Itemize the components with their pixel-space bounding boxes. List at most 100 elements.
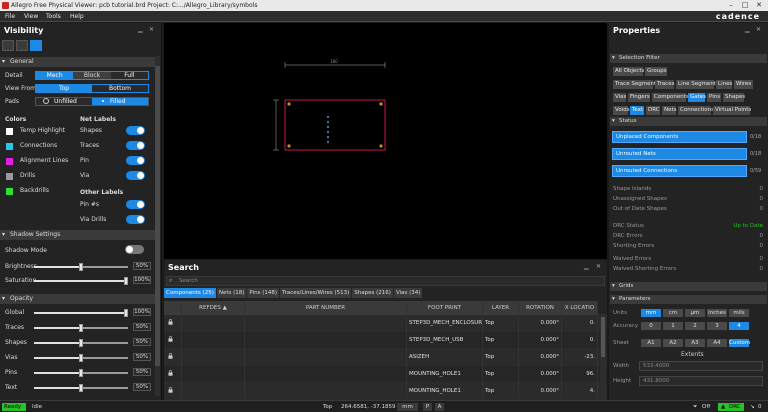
tab-shapes[interactable]: Shapes (216): [352, 288, 393, 298]
status-unrouted-connections[interactable]: Unrouted Connections: [612, 165, 747, 177]
panel-close-icon[interactable]: ✕: [149, 26, 154, 33]
filter-all-objects[interactable]: All Objects: [613, 67, 644, 76]
units-option-4[interactable]: mils: [729, 309, 749, 317]
menu-tools[interactable]: Tools: [46, 11, 61, 22]
tab-traces[interactable]: Traces/Lines/Wires (513): [280, 288, 352, 298]
opacity-slider-2[interactable]: [34, 339, 128, 347]
filter-components[interactable]: Components: [652, 93, 689, 102]
other-label-toggle-0[interactable]: [126, 200, 145, 209]
filter-traces[interactable]: Traces: [655, 80, 674, 89]
color-swatch-4[interactable]: [6, 188, 13, 195]
filter-nets[interactable]: Nets: [662, 106, 677, 115]
brightness-slider[interactable]: [34, 263, 128, 271]
menu-view[interactable]: View: [24, 11, 38, 22]
view-from-selector[interactable]: Top Bottom: [35, 84, 149, 93]
table-row[interactable]: MOUNTING_HOLE1 Top 0.000° 96.: [164, 366, 607, 383]
lock-cell[interactable]: [164, 366, 182, 383]
close-icon[interactable]: ✕: [752, 0, 766, 11]
color-swatch-1[interactable]: [6, 143, 13, 150]
general-section[interactable]: General: [0, 57, 155, 67]
net-label-toggle-1[interactable]: [126, 141, 145, 150]
saturation-value[interactable]: 100%: [133, 276, 151, 284]
view-bottom[interactable]: Bottom: [92, 85, 148, 92]
pads-unfilled-radio[interactable]: [43, 98, 49, 104]
shadow-settings-section[interactable]: Shadow Settings: [0, 230, 155, 240]
opacity-slider-3[interactable]: [34, 354, 128, 362]
accuracy-option-3[interactable]: 3: [707, 322, 727, 330]
filter-fingers[interactable]: Fingers: [628, 93, 650, 102]
filter-virtual-points[interactable]: Virtual Points: [713, 106, 751, 115]
search-input[interactable]: ⌕ Search: [166, 276, 605, 286]
pads-selector[interactable]: Unfilled Filled: [35, 97, 149, 106]
opacity-slider-4[interactable]: [34, 369, 128, 377]
search-minimize-icon[interactable]: ▁: [584, 263, 589, 270]
selection-filter-section[interactable]: Selection Filter: [610, 54, 767, 63]
brightness-value[interactable]: 50%: [133, 262, 151, 270]
table-row[interactable]: STEP3D_MECH_USB Top 0.000° 0.: [164, 332, 607, 349]
filter-drc[interactable]: DRC: [646, 106, 660, 115]
lock-cell[interactable]: [164, 349, 182, 366]
accuracy-option-1[interactable]: 1: [663, 322, 683, 330]
minimize-icon[interactable]: –: [724, 0, 738, 11]
filter-groups[interactable]: Groups: [645, 67, 667, 76]
opacity-slider-1[interactable]: [34, 324, 128, 332]
filter-connections[interactable]: Connections: [678, 106, 714, 115]
tab-pins[interactable]: Pins (148): [247, 288, 280, 298]
stackup-tool-icon[interactable]: [16, 40, 28, 51]
a-button[interactable]: A: [435, 403, 444, 411]
opacity-value-3[interactable]: 50%: [133, 353, 151, 361]
opacity-value-2[interactable]: 50%: [133, 338, 151, 346]
filter-gates[interactable]: Gates: [688, 93, 706, 102]
sheet-option-4[interactable]: Custom: [729, 339, 750, 347]
column-part-number[interactable]: PART NUMBER: [245, 301, 407, 315]
detail-block[interactable]: Block: [73, 72, 111, 79]
p-button[interactable]: P: [423, 403, 432, 411]
pads-filled-radio[interactable]: [100, 98, 106, 104]
width-field[interactable]: 533.4000: [639, 361, 763, 371]
other-label-toggle-1[interactable]: [126, 215, 145, 224]
column-layer[interactable]: LAYER: [483, 301, 519, 315]
tab-nets[interactable]: Nets (18): [216, 288, 247, 298]
filter-text[interactable]: Text: [630, 106, 644, 115]
opacity-value-1[interactable]: 50%: [133, 323, 151, 331]
filter-icon[interactable]: ⏷: [693, 403, 697, 411]
filter-trace-segments[interactable]: Trace Segments: [613, 80, 659, 89]
accuracy-option-0[interactable]: 0: [641, 322, 661, 330]
pcb-canvas[interactable]: 180: [164, 23, 607, 259]
opacity-value-0[interactable]: 100%: [133, 308, 151, 316]
color-swatch-2[interactable]: [6, 158, 13, 165]
shadow-mode-toggle[interactable]: [125, 245, 144, 254]
accuracy-option-2[interactable]: 2: [685, 322, 705, 330]
column-x-location[interactable]: X LOCATIO: [562, 301, 598, 315]
properties-close-icon[interactable]: ✕: [756, 26, 761, 33]
opacity-slider-0[interactable]: [34, 309, 128, 317]
parameters-section[interactable]: Parameters: [610, 295, 767, 304]
net-label-toggle-3[interactable]: [126, 171, 145, 180]
net-label-toggle-2[interactable]: [126, 156, 145, 165]
status-unrouted-nets[interactable]: Unrouted Nets: [612, 148, 747, 160]
visibility-scrollbar[interactable]: [155, 56, 160, 396]
opacity-slider-5[interactable]: [34, 384, 128, 392]
display-tool-icon[interactable]: [30, 40, 42, 51]
lock-cell[interactable]: [164, 383, 182, 400]
sheet-option-0[interactable]: A1: [641, 339, 661, 347]
sheet-option-2[interactable]: A3: [685, 339, 705, 347]
units-option-0[interactable]: mm: [641, 309, 661, 317]
units-option-3[interactable]: inches: [707, 309, 727, 317]
tab-vias[interactable]: Vias (34): [393, 288, 423, 298]
table-row[interactable]: ASIZEH Top 0.000° -23.: [164, 349, 607, 366]
layers-tool-icon[interactable]: [2, 40, 14, 51]
column-refdes[interactable]: REFDES ▲: [182, 301, 245, 315]
status-section[interactable]: Status: [610, 117, 767, 126]
maximize-icon[interactable]: □: [738, 0, 752, 11]
status-unplaced-components[interactable]: Unplaced Components: [612, 131, 747, 143]
filter-pins[interactable]: Pins: [707, 93, 721, 102]
color-swatch-0[interactable]: [6, 128, 13, 135]
view-top[interactable]: Top: [36, 85, 92, 92]
properties-minimize-icon[interactable]: ▁: [745, 26, 750, 33]
sheet-option-3[interactable]: A4: [707, 339, 727, 347]
filter-voids[interactable]: Voids: [613, 106, 630, 115]
units-option-1[interactable]: cm: [663, 309, 683, 317]
filter-line-segments[interactable]: Line Segments: [676, 80, 719, 89]
opacity-value-4[interactable]: 50%: [133, 368, 151, 376]
